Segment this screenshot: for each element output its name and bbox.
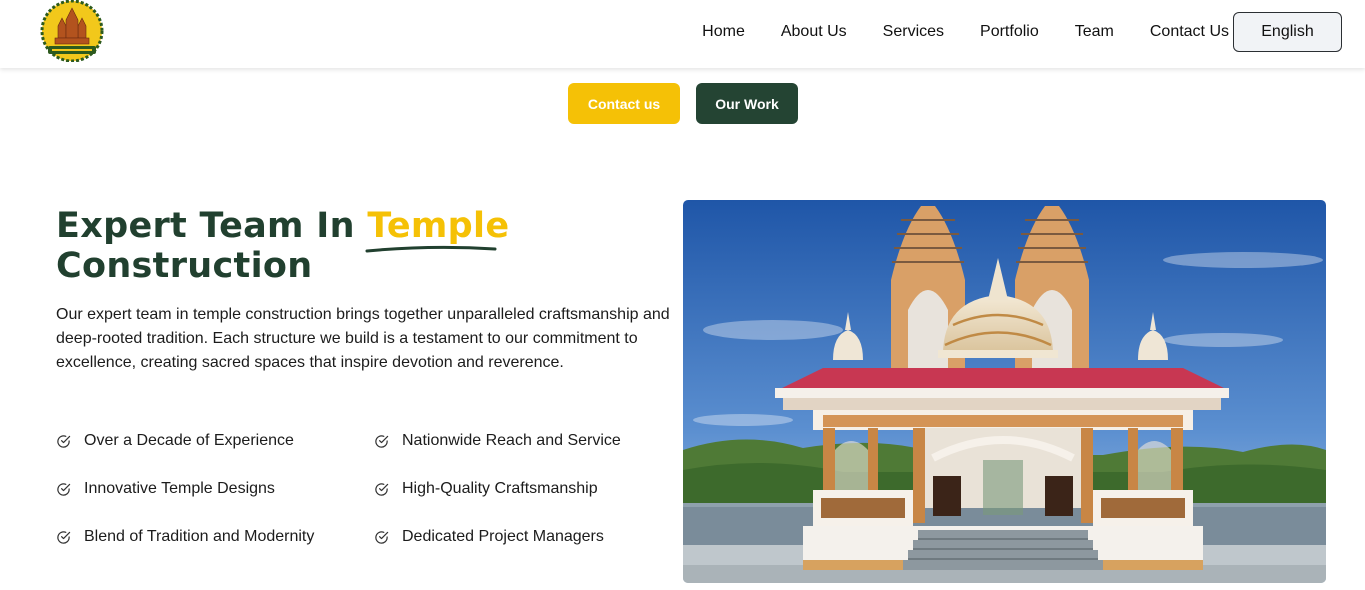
check-circle-icon: [57, 530, 71, 544]
feature-label: High-Quality Craftsmanship: [402, 480, 598, 497]
check-circle-icon: [57, 434, 71, 448]
check-circle-icon: [375, 434, 389, 448]
heading-part1: Expert Team In: [56, 206, 355, 246]
heading-part2: Construction: [56, 246, 313, 286]
section-description: Our expert team in temple construction b…: [56, 306, 670, 371]
nav-about-us[interactable]: About Us: [781, 23, 847, 41]
heading-underline: [365, 245, 497, 253]
heading-highlight-text: Temple: [367, 206, 510, 246]
feature-label: Nationwide Reach and Service: [402, 432, 621, 449]
nav-home[interactable]: Home: [702, 23, 745, 41]
section-heading: Expert Team In Temple Construction: [56, 206, 509, 286]
language-button[interactable]: English: [1233, 12, 1342, 52]
check-circle-icon: [375, 482, 389, 496]
check-circle-icon: [375, 530, 389, 544]
nav-services[interactable]: Services: [883, 23, 944, 41]
our-work-button[interactable]: Our Work: [696, 83, 798, 124]
main-nav: Home About Us Services Portfolio Team Co…: [702, 0, 1229, 64]
logo[interactable]: [40, 0, 104, 63]
feature-label: Dedicated Project Managers: [402, 528, 604, 545]
temple-image: [683, 200, 1326, 583]
contact-us-button[interactable]: Contact us: [568, 83, 680, 124]
feature-label: Blend of Tradition and Modernity: [84, 528, 315, 545]
feature-item: Nationwide Reach and Service: [374, 432, 621, 450]
check-circle-icon: [57, 482, 71, 496]
feature-item: Dedicated Project Managers: [374, 528, 604, 546]
feature-item: Blend of Tradition and Modernity: [56, 528, 314, 546]
site-header: Home About Us Services Portfolio Team Co…: [0, 0, 1365, 68]
feature-label: Innovative Temple Designs: [84, 480, 275, 497]
feature-item: High-Quality Craftsmanship: [374, 480, 598, 498]
feature-label: Over a Decade of Experience: [84, 432, 294, 449]
nav-portfolio[interactable]: Portfolio: [980, 23, 1039, 41]
feature-item: Over a Decade of Experience: [56, 432, 294, 450]
heading-highlight: Temple: [365, 206, 510, 253]
nav-team[interactable]: Team: [1075, 23, 1114, 41]
feature-item: Innovative Temple Designs: [56, 480, 275, 498]
nav-contact-us[interactable]: Contact Us: [1150, 23, 1229, 41]
